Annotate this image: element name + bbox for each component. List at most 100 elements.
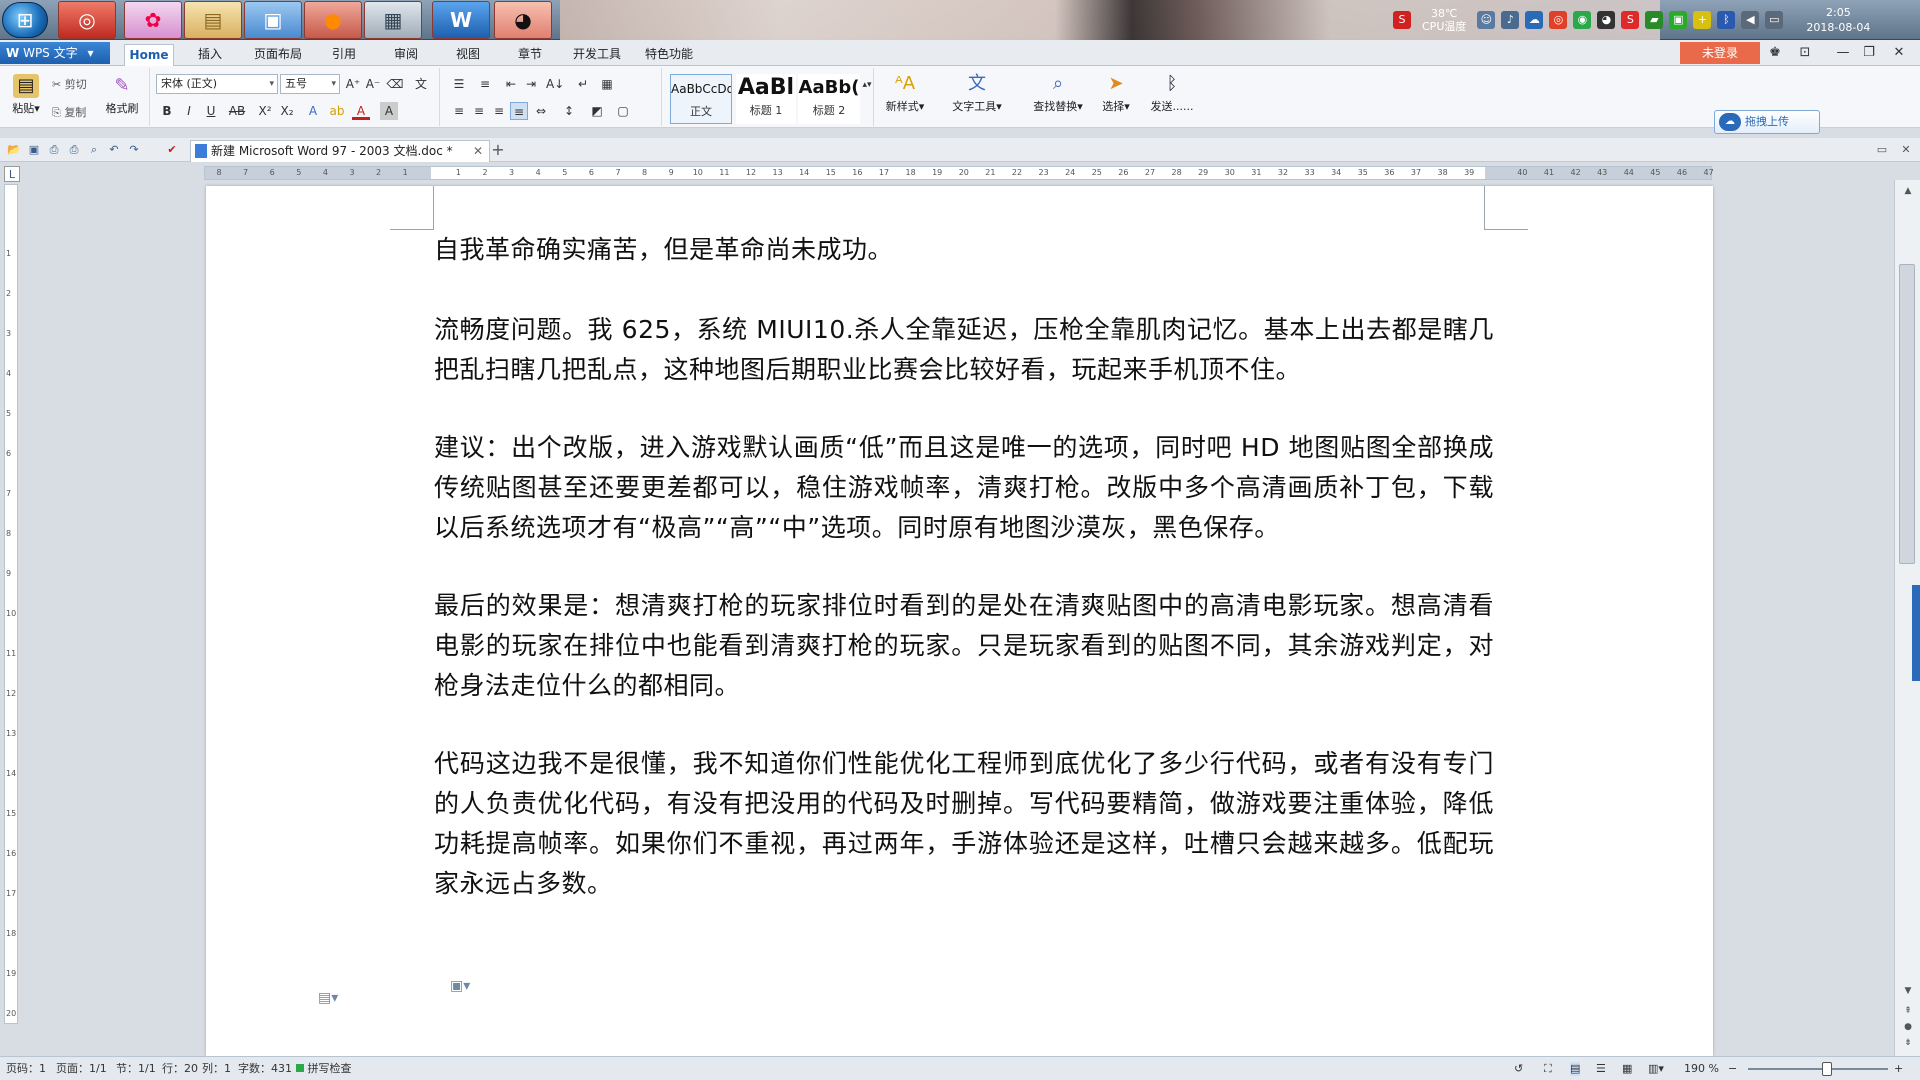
style-heading-2[interactable]: AaBb( 标题 2 [798,74,860,124]
tab-references[interactable]: 引用 [326,44,362,66]
italic-icon[interactable]: I [180,102,198,120]
security-icon[interactable]: S [1621,11,1640,29]
drag-upload-button[interactable]: ☁ 拖拽上传 [1714,110,1820,134]
borders-icon[interactable]: ▢ [614,102,632,120]
superscript-icon[interactable]: X² [256,102,274,120]
font-color-icon[interactable]: A [352,102,370,120]
font-name-combo[interactable]: 宋体 (正文) [156,74,278,94]
user-icon[interactable]: ☺ [1477,11,1496,29]
vertical-ruler[interactable]: 1 2 3 4 5 6 7 8 9 10 11 12 13 14 15 16 17 18 19 20 [4,184,18,1024]
plus-icon[interactable]: + [1693,11,1712,29]
bold-icon[interactable]: B [158,102,176,120]
page-view-icon[interactable]: ▤ [1570,1062,1581,1076]
horizontal-ruler[interactable]: 8 7 6 5 4 3 2 1 1 2 3 4 5 6 7 8 9 10 11 12 13 14 15 16 17 18 19 20 2… [204,166,1714,180]
send-button[interactable]: ᛒ 发送...... [1146,70,1198,114]
paragraph[interactable]: 流畅度问题。我 625，系统 MIUI10.杀人全靠延迟，压枪全靠肌肉记忆。基本… [434,310,1494,390]
next-page-icon[interactable]: ⇟ [1901,1036,1915,1050]
line-spacing-icon[interactable]: ↕ [560,102,578,120]
scroll-thumb[interactable] [1899,264,1915,564]
green-app-icon[interactable]: ▣ [1669,11,1688,29]
select-button[interactable]: ➤ 选择▾ [1094,70,1138,114]
qq-tray-icon[interactable]: ◕ [1597,11,1616,29]
reading-view-icon[interactable]: ▥▾ [1648,1062,1664,1076]
scroll-up-icon[interactable]: ▲ [1901,184,1915,198]
document-page[interactable]: 自我革命确实痛苦，但是革命尚未成功。 流畅度问题。我 625，系统 MIUI10… [206,186,1713,1056]
scroll-down-icon[interactable]: ▼ [1901,984,1915,998]
tab-stop-selector-icon[interactable]: L [4,166,20,182]
strikethrough-icon[interactable]: AB [228,102,246,120]
text-effect-icon[interactable]: A [304,102,322,120]
char-shading-icon[interactable]: A [380,102,398,120]
increase-indent-icon[interactable]: ⇥ [522,75,540,93]
tab-special[interactable]: 特色功能 [642,44,696,66]
skin-icon[interactable]: ♚ [1762,44,1788,62]
spell-check-toggle[interactable]: 拼写检查 [296,1062,352,1076]
paragraph[interactable]: 代码这边我不是很懂，我不知道你们性能优化工程师到底优化了多少行代码，或者有没有专… [434,744,1494,904]
zoom-level[interactable]: 190 % [1684,1062,1719,1076]
close-tab-icon[interactable]: ✕ [473,141,483,161]
explorer-app-button[interactable]: ▤ [184,1,242,39]
netease-music-app-button[interactable]: ◎ [58,1,116,39]
redo-icon[interactable]: ↷ [126,142,142,158]
paste-button[interactable]: ▤ 粘贴▾ [6,72,46,116]
align-center-icon[interactable]: ≡ [470,102,488,120]
grow-font-icon[interactable]: A⁺ [344,75,362,93]
new-tab-icon[interactable]: + [490,142,506,158]
nvidia-icon[interactable]: ▰ [1645,11,1664,29]
status-words[interactable]: 字数：431 [238,1062,292,1076]
shrink-font-icon[interactable]: A⁻ [364,75,382,93]
select-browse-icon[interactable]: ● [1901,1020,1915,1034]
export-pdf-icon[interactable]: ⎙ [46,142,62,158]
save-icon[interactable]: ▣ [26,142,42,158]
copy-button[interactable]: ⎘ 复制 [52,104,86,120]
cloud-icon[interactable]: ☁ [1525,11,1544,29]
minimize-icon[interactable]: — [1830,44,1856,62]
fullscreen-icon[interactable]: ⊡ [1792,44,1818,62]
picasa-app-button[interactable]: ✿ [124,1,182,39]
paragraph[interactable]: 最后的效果是：想清爽打枪的玩家排位时看到的是处在清爽贴图中的高清电影玩家。想高清… [434,586,1494,706]
zoom-slider-knob[interactable] [1822,1062,1832,1076]
decrease-indent-icon[interactable]: ⇤ [502,75,520,93]
calculator-app-button[interactable]: ▦ [364,1,422,39]
tab-home[interactable]: Home [124,44,174,66]
highlight-icon[interactable]: ab [328,102,346,120]
tab-developer[interactable]: 开发工具 [570,44,624,66]
style-normal[interactable]: AaBbCcDd 正文 [670,74,732,124]
align-left-icon[interactable]: ≡ [450,102,468,120]
volume-icon[interactable]: ◀ [1741,11,1760,29]
close-icon[interactable]: ✕ [1886,44,1912,62]
qq-app-button[interactable]: ◕ [494,1,552,39]
tab-chapter[interactable]: 章节 [512,44,548,66]
remote-desktop-app-button[interactable]: ▣ [244,1,302,39]
tab-insert[interactable]: 插入 [192,44,228,66]
justify-icon[interactable]: ≡ [510,102,528,120]
customize-icon[interactable]: ✔ [164,142,180,158]
wechat-icon[interactable]: ◉ [1573,11,1592,29]
web-view-icon[interactable]: ▦ [1622,1062,1632,1076]
open-icon[interactable]: 📂 [6,142,22,158]
new-style-button[interactable]: ᴬA 新样式▾ [880,70,930,114]
align-right-icon[interactable]: ≡ [490,102,508,120]
paste-options-icon[interactable]: ▤▾ [318,990,338,1006]
bell-icon[interactable]: ♪ [1501,11,1520,29]
netease-tray-icon[interactable]: ◎ [1549,11,1568,29]
sort-icon[interactable]: A↓ [546,75,564,93]
start-button[interactable]: ⊞ [2,2,48,38]
full-screen-view-icon[interactable]: ⛶ [1544,1062,1552,1076]
zoom-out-icon[interactable]: − [1728,1062,1737,1076]
distribute-icon[interactable]: ⇔ [532,102,550,120]
clear-format-icon[interactable]: ⌫ [386,75,404,93]
style-heading-1[interactable]: AaBl 标题 1 [736,74,796,124]
tab-view[interactable]: 视图 [450,44,486,66]
text-tool-button[interactable]: 文 文字工具▾ [944,70,1010,114]
bullets-icon[interactable]: ☰ [450,75,468,93]
bluetooth-icon[interactable]: ᛒ [1717,11,1736,29]
close-doc-icon[interactable]: ✕ [1898,142,1914,158]
firefox-app-button[interactable]: ● [304,1,362,39]
format-painter-button[interactable]: ✎ 格式刷 [100,72,144,116]
print-preview-icon[interactable]: ⌕ [86,142,102,158]
zoom-in-icon[interactable]: + [1894,1062,1903,1076]
outline-view-icon[interactable]: ☰ [1596,1062,1606,1076]
shading-icon[interactable]: ◩ [588,102,606,120]
font-size-combo[interactable]: 五号 [280,74,340,94]
